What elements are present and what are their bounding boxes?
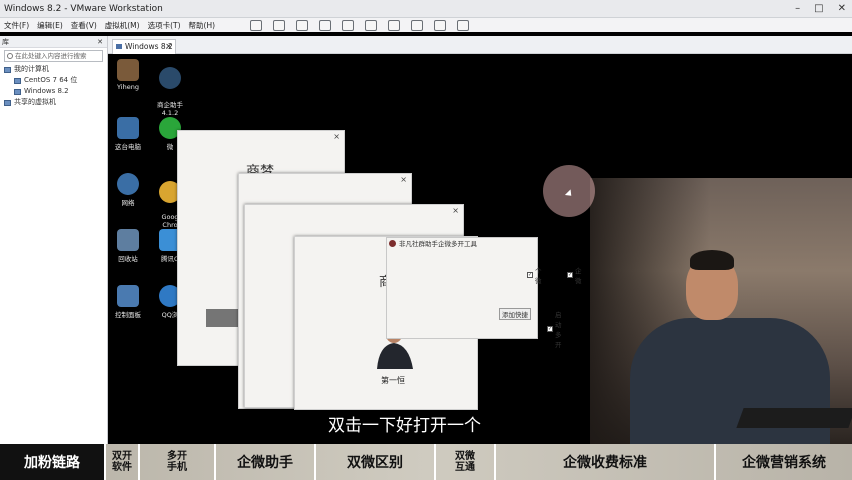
send-keys-icon[interactable]	[273, 19, 285, 31]
checkbox-icon: ✓	[527, 272, 533, 278]
checkbox-personal-wechat[interactable]: ✓ 个微	[527, 265, 542, 285]
close-icon[interactable]: ×	[400, 175, 407, 184]
app-logo-icon	[389, 240, 396, 247]
computer-icon	[117, 117, 139, 139]
folder-icon	[117, 59, 139, 81]
banner-item[interactable]: 企微营销系统	[716, 444, 852, 480]
menu-tabs[interactable]: 选项卡(T)	[144, 20, 185, 31]
desktop-icon-recycle-bin[interactable]: 回收站	[108, 229, 148, 263]
close-button[interactable]: ✕	[838, 0, 846, 18]
add-shortcut-button[interactable]: 添加快捷	[499, 308, 531, 320]
revert-snapshot-icon[interactable]	[319, 19, 331, 31]
vm-icon	[116, 44, 122, 49]
tree-item-shared[interactable]: 共享的虚拟机	[0, 97, 107, 108]
snapshot-manager-icon[interactable]	[342, 19, 354, 31]
desktop-icon-shangqi[interactable]: 商企助手 4.1.2	[150, 59, 190, 117]
banner-item[interactable]: 加粉链路	[0, 444, 106, 480]
desktop-icon-network[interactable]: 网络	[108, 173, 148, 207]
banner-item[interactable]: 企微助手	[216, 444, 316, 480]
checkbox-icon: ✓	[547, 326, 553, 332]
banner-item[interactable]: 双开 软件	[106, 444, 140, 480]
fullscreen-icon[interactable]	[388, 19, 400, 31]
minimize-button[interactable]: –	[795, 0, 800, 18]
presenter-video	[590, 178, 852, 444]
network-icon	[117, 173, 139, 195]
profile-name: 第一恒	[381, 376, 405, 385]
tab-windows-8-2[interactable]: Windows 8.2 ✕	[112, 39, 176, 54]
window-title: Windows 8.2 - VMware Workstation	[4, 4, 163, 14]
video-subtitle: 双击一下好打开一个	[322, 413, 487, 439]
banner-item[interactable]: 多开 手机	[140, 444, 216, 480]
vm-icon	[14, 77, 21, 84]
search-placeholder: 在此处键入内容进行搜索	[15, 52, 87, 60]
banner-item[interactable]: 企微收费标准	[496, 444, 716, 480]
menu-file[interactable]: 文件(F)	[0, 20, 33, 31]
menu-view[interactable]: 查看(V)	[67, 20, 101, 31]
snapshot-icon[interactable]	[296, 19, 308, 31]
tab-strip: Windows 8.2 ✕	[108, 36, 852, 54]
close-icon[interactable]: ×	[452, 206, 459, 215]
menu-vm[interactable]: 虚拟机(M)	[101, 20, 144, 31]
dialog-title: 非凡社群助手企微多开工具	[399, 240, 477, 248]
menu-help[interactable]: 帮助(H)	[185, 20, 220, 31]
desktop-icon-yiheng[interactable]: Yiheng	[108, 59, 148, 91]
maximize-button[interactable]: □	[814, 0, 823, 18]
library-header: 库	[2, 38, 9, 46]
pause-icon[interactable]	[250, 19, 262, 31]
toolbar	[250, 14, 469, 36]
banner-item[interactable]: 双微区别	[316, 444, 436, 480]
desktop-icon-control-panel[interactable]: 控制面板	[108, 285, 148, 319]
vm-icon	[14, 88, 21, 95]
stretch-icon[interactable]	[457, 19, 469, 31]
screen: Windows 8.2 - VMware Workstation – □ ✕ 文…	[0, 0, 852, 480]
computer-icon	[4, 66, 11, 73]
desktop-icon-this-pc[interactable]: 这台电脑	[108, 117, 148, 151]
app-icon	[159, 67, 181, 89]
shared-vm-icon	[4, 99, 11, 106]
unity-icon[interactable]	[411, 19, 423, 31]
console-view-icon[interactable]	[434, 19, 446, 31]
checkbox-icon: ✓	[567, 272, 573, 278]
keyboard	[736, 408, 852, 428]
checkbox-multi-open[interactable]: ✓ 启动多开	[547, 309, 562, 349]
checkbox-work-wechat[interactable]: ✓ 企微	[567, 265, 582, 285]
menu-edit[interactable]: 编辑(E)	[33, 20, 67, 31]
banner-item[interactable]: 双微 互通	[436, 444, 496, 480]
recycle-bin-icon	[117, 229, 139, 251]
multi-open-dialog: 非凡社群助手企微多开工具 ✓ 个微 ✓ 企微 添加快捷 ✓ 启动多开	[386, 237, 582, 349]
tree-item-centos[interactable]: CentOS 7 64 位	[0, 75, 107, 86]
sidebar-toggle-icon[interactable]	[365, 19, 377, 31]
tree-item-windows[interactable]: Windows 8.2	[0, 86, 107, 97]
presenter-hair	[690, 250, 734, 270]
close-icon[interactable]: ×	[333, 132, 340, 141]
control-panel-icon	[117, 285, 139, 307]
topic-banner: 加粉链路 双开 软件 多开 手机 企微助手 双微区别 双微 互通 企微收费标准 …	[0, 444, 852, 480]
search-icon	[7, 53, 13, 59]
library-close-icon[interactable]: ✕	[97, 36, 103, 48]
library-search-input[interactable]: 在此处键入内容进行搜索	[4, 50, 103, 62]
tab-close-icon[interactable]: ✕	[165, 40, 172, 53]
library-panel: 库 ✕ 在此处键入内容进行搜索 我的计算机 CentOS 7 64 位 Wind…	[0, 36, 108, 444]
tree-item-my-computer[interactable]: 我的计算机	[0, 64, 107, 75]
